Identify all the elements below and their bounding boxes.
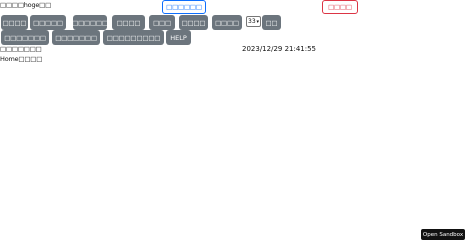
danger-outline-button[interactable]: □□□□ [322,0,358,14]
menu-button-8[interactable]: □□□□□□□ [1,30,49,45]
help-button[interactable]: HELP [166,30,191,45]
menu-button-3[interactable]: □□□□□□ [72,15,108,30]
open-sandbox-button[interactable]: Open Sandbox [421,229,465,240]
count-select-value: 33 [248,18,256,25]
menu-button-7[interactable]: □□□□ [212,15,242,30]
menu-button-2[interactable]: □□□□□ [30,15,66,30]
menu-button-6[interactable]: □□□□ [179,15,208,30]
count-select[interactable]: 33 ▾ [246,16,261,27]
user-greeting: □□□□hoge□□ [0,1,52,9]
menu-button-5[interactable]: □□□ [149,15,175,30]
menu-button-10[interactable]: □□□□□□□□□ [103,30,164,45]
primary-outline-button[interactable]: □□□□□□ [162,0,206,14]
breadcrumb[interactable]: Home□□□□ [0,55,42,63]
menu-button-4[interactable]: □□□□ [112,15,145,30]
menu-button-1[interactable]: □□□□ [1,15,28,30]
section-title: □□□□□□□ [0,45,42,53]
menu-button-9[interactable]: □□□□□□□ [52,30,100,45]
chevron-down-icon: ▾ [256,18,259,25]
current-datetime: 2023/12/29 21:41:55 [242,45,317,53]
select-go-button[interactable]: □□ [262,15,281,30]
